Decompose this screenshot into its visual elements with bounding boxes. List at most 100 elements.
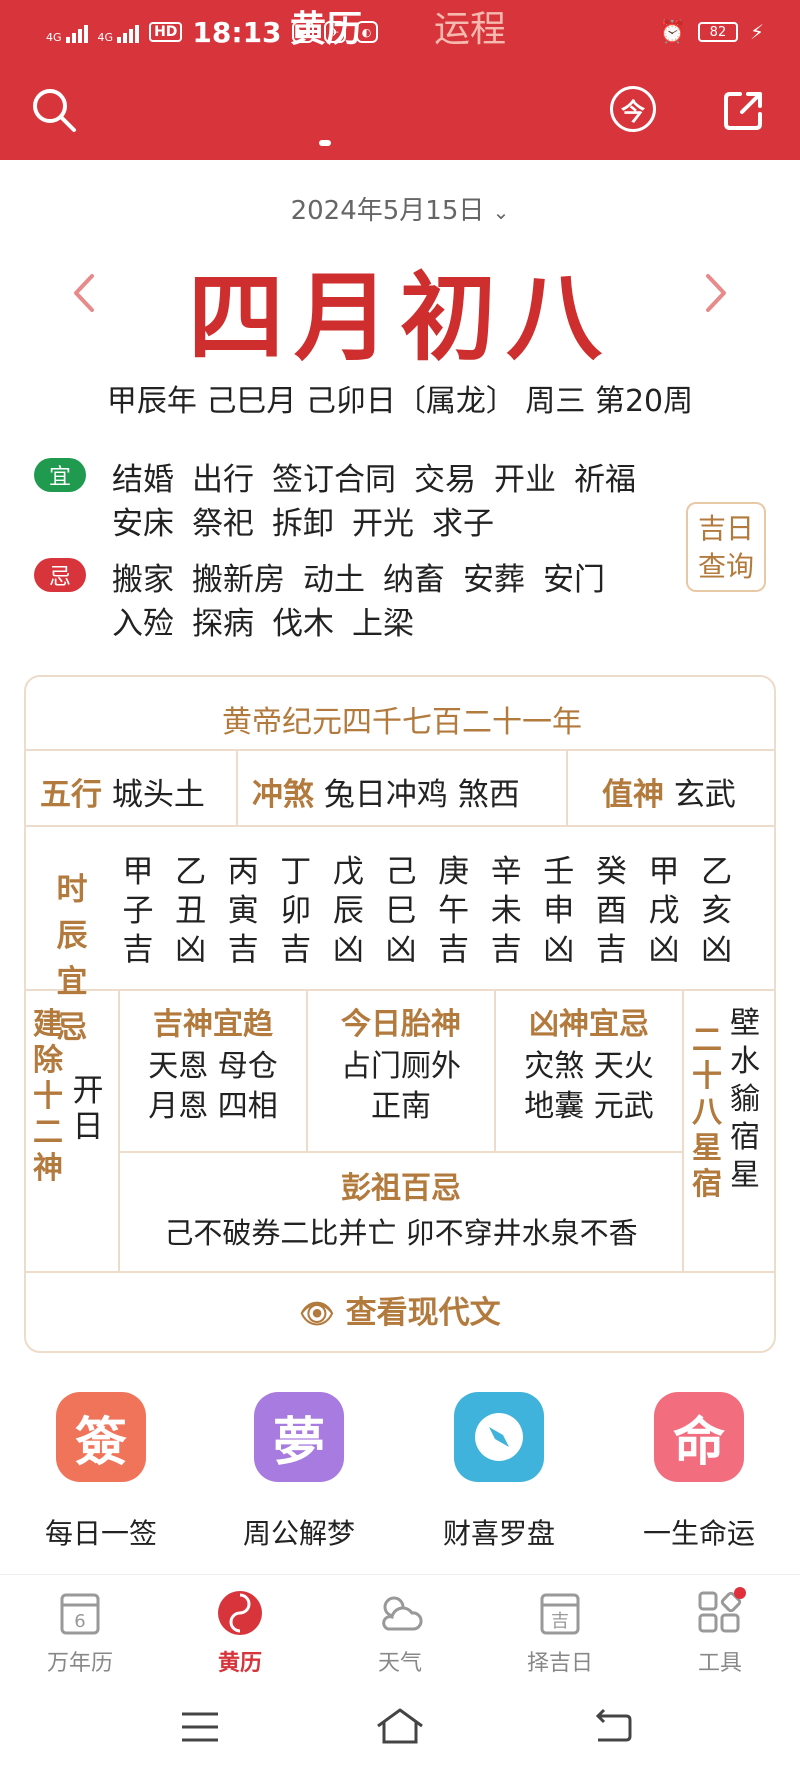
compass-icon <box>454 1392 544 1482</box>
status-time: 18:13 <box>192 15 282 49</box>
ji-item: 探病 <box>192 606 254 642</box>
jianchu-value: 开日 <box>72 1073 104 1145</box>
tab-huangli[interactable]: 黄历 <box>290 0 362 52</box>
taishen-line2: 正南 <box>371 1089 431 1124</box>
hour-luck: 吉 <box>280 932 312 968</box>
divider <box>26 1271 774 1273</box>
share-icon[interactable] <box>722 88 766 132</box>
ji-item: 搬新房 <box>192 562 285 598</box>
nav-label: 天气 <box>377 1651 422 1676</box>
hour-stem: 戊 <box>332 854 364 890</box>
jishen-line1: 天恩 母仓 <box>148 1049 278 1084</box>
hour-stem: 丙 <box>227 854 259 890</box>
tool-dream-interpretation[interactable]: 夢 周公解梦 <box>214 1392 384 1552</box>
yi-items-row-2: 安床 祭祀 拆卸 开光 求子 <box>112 498 494 543</box>
today-button[interactable]: 今 <box>610 86 656 132</box>
home-icon[interactable] <box>374 1706 426 1746</box>
yi-item: 结婚 <box>112 462 174 498</box>
next-day-arrow-icon[interactable] <box>696 268 736 318</box>
tab-yuncheng[interactable]: 运程 <box>434 0 506 52</box>
yinyang-icon <box>214 1587 266 1639</box>
zhishen-label: 值神 <box>602 777 664 813</box>
yi-items-row-1: 结婚 出行 签订合同 交易 开业 祈福 <box>112 454 636 499</box>
taishen-line1: 占门厕外 <box>341 1049 461 1084</box>
hour-luck: 吉 <box>122 932 154 968</box>
hour-column: 辛未吉 <box>486 853 526 970</box>
almanac-card: 黄帝纪元四千七百二十一年 五行 城头土 冲煞 兔日冲鸡 煞西 值神 玄武 时辰宜… <box>24 675 776 1353</box>
hour-column: 癸酉吉 <box>591 853 631 970</box>
hour-column: 戊辰凶 <box>328 853 368 970</box>
date-selector[interactable]: 2024年5月15日 ⌄ <box>0 190 800 227</box>
hour-luck: 吉 <box>595 932 627 968</box>
taishen-label: 今日胎神 <box>341 1007 461 1042</box>
xiongshen-line1: 灾煞 天火 <box>524 1049 654 1084</box>
back-icon[interactable] <box>590 1708 634 1744</box>
wuxing-cell: 五行 城头土 <box>40 769 205 814</box>
nav-weather[interactable]: 天气 <box>340 1587 460 1677</box>
ji-item: 纳畜 <box>383 562 445 598</box>
ji-item: 伐木 <box>272 606 334 642</box>
hour-branch: 寅 <box>227 893 259 929</box>
hour-stem: 丁 <box>280 854 312 890</box>
nav-calendar[interactable]: 6 万年历 <box>20 1587 140 1677</box>
zhishen-cell: 值神 玄武 <box>602 769 736 814</box>
hour-stem: 甲 <box>648 854 680 890</box>
ji-badge: 忌 <box>34 558 86 592</box>
ji-item: 搬家 <box>112 562 174 598</box>
xiongshen-label: 凶神宜忌 <box>529 1007 649 1042</box>
status-bar-right: ⏰ 82 ⚡ <box>659 14 764 50</box>
hour-luck: 凶 <box>701 932 733 968</box>
yi-item: 开光 <box>352 506 414 542</box>
chongsha-cell: 冲煞 兔日冲鸡 煞西 <box>252 769 520 814</box>
hour-column: 丙寅吉 <box>223 853 263 970</box>
ji-item: 安葬 <box>463 562 525 598</box>
chongsha-value: 兔日冲鸡 煞西 <box>323 777 520 813</box>
nav-tools[interactable]: 工具 <box>660 1587 780 1677</box>
hour-branch: 卯 <box>280 893 312 929</box>
nav-label: 万年历 <box>46 1651 113 1676</box>
huangdi-era: 黄帝纪元四千七百二十一年 <box>222 705 582 740</box>
wuxing-label: 五行 <box>40 777 102 813</box>
jishen-label: 吉神宜趋 <box>153 1007 273 1042</box>
charging-icon: ⚡ <box>749 20 764 44</box>
lot-icon: 簽 <box>56 1392 146 1482</box>
tool-life-destiny[interactable]: 命 一生命运 <box>614 1392 784 1552</box>
hour-luck: 吉 <box>227 932 259 968</box>
tool-daily-lot[interactable]: 簽 每日一签 <box>16 1392 186 1552</box>
divider <box>26 989 774 991</box>
active-tab-indicator <box>319 140 331 146</box>
menu-icon[interactable] <box>180 1710 220 1744</box>
tool-label: 财喜罗盘 <box>442 1517 555 1550</box>
lucky-day-query-button[interactable]: 吉日查询 <box>686 502 766 592</box>
lucky-glyph: 吉 <box>551 1611 569 1632</box>
hd-icon: HD <box>149 22 183 42</box>
destiny-icon: 命 <box>654 1392 744 1482</box>
eye-icon: 👁 <box>299 1297 335 1330</box>
signal-icon: 4G <box>46 21 88 43</box>
nav-huangli[interactable]: 黄历 <box>180 1587 300 1677</box>
hour-branch: 巳 <box>385 893 417 929</box>
system-navigation-bar <box>0 1684 800 1778</box>
view-modern-text-link[interactable]: 👁 查看现代文 <box>26 1295 774 1332</box>
nav-lucky-day[interactable]: 吉 择吉日 <box>500 1587 620 1677</box>
weather-icon <box>374 1587 426 1639</box>
divider <box>566 749 568 825</box>
yi-badge: 宜 <box>34 458 86 492</box>
bottom-navigation: 6 万年历 黄历 天气 吉 择吉日 工具 <box>0 1574 800 1685</box>
compass-icon <box>475 1413 523 1461</box>
hour-column: 庚午吉 <box>434 853 474 970</box>
divider <box>118 1151 684 1153</box>
calendar-icon: 6 <box>54 1587 106 1639</box>
divider <box>26 749 774 751</box>
hour-luck: 凶 <box>332 932 364 968</box>
search-icon[interactable] <box>30 86 78 134</box>
hour-stem: 乙 <box>175 854 207 890</box>
tool-fortune-compass[interactable]: 财喜罗盘 <box>414 1392 584 1552</box>
lucky-calendar-icon: 吉 <box>534 1587 586 1639</box>
hour-branch: 戌 <box>648 893 680 929</box>
yi-item: 出行 <box>192 462 254 498</box>
alarm-icon: ⏰ <box>658 19 686 45</box>
lunar-date: 四月初八 <box>188 261 612 374</box>
yi-item: 安床 <box>112 506 174 542</box>
ji-items-row-2: 入殓 探病 伐木 上梁 <box>112 598 414 643</box>
